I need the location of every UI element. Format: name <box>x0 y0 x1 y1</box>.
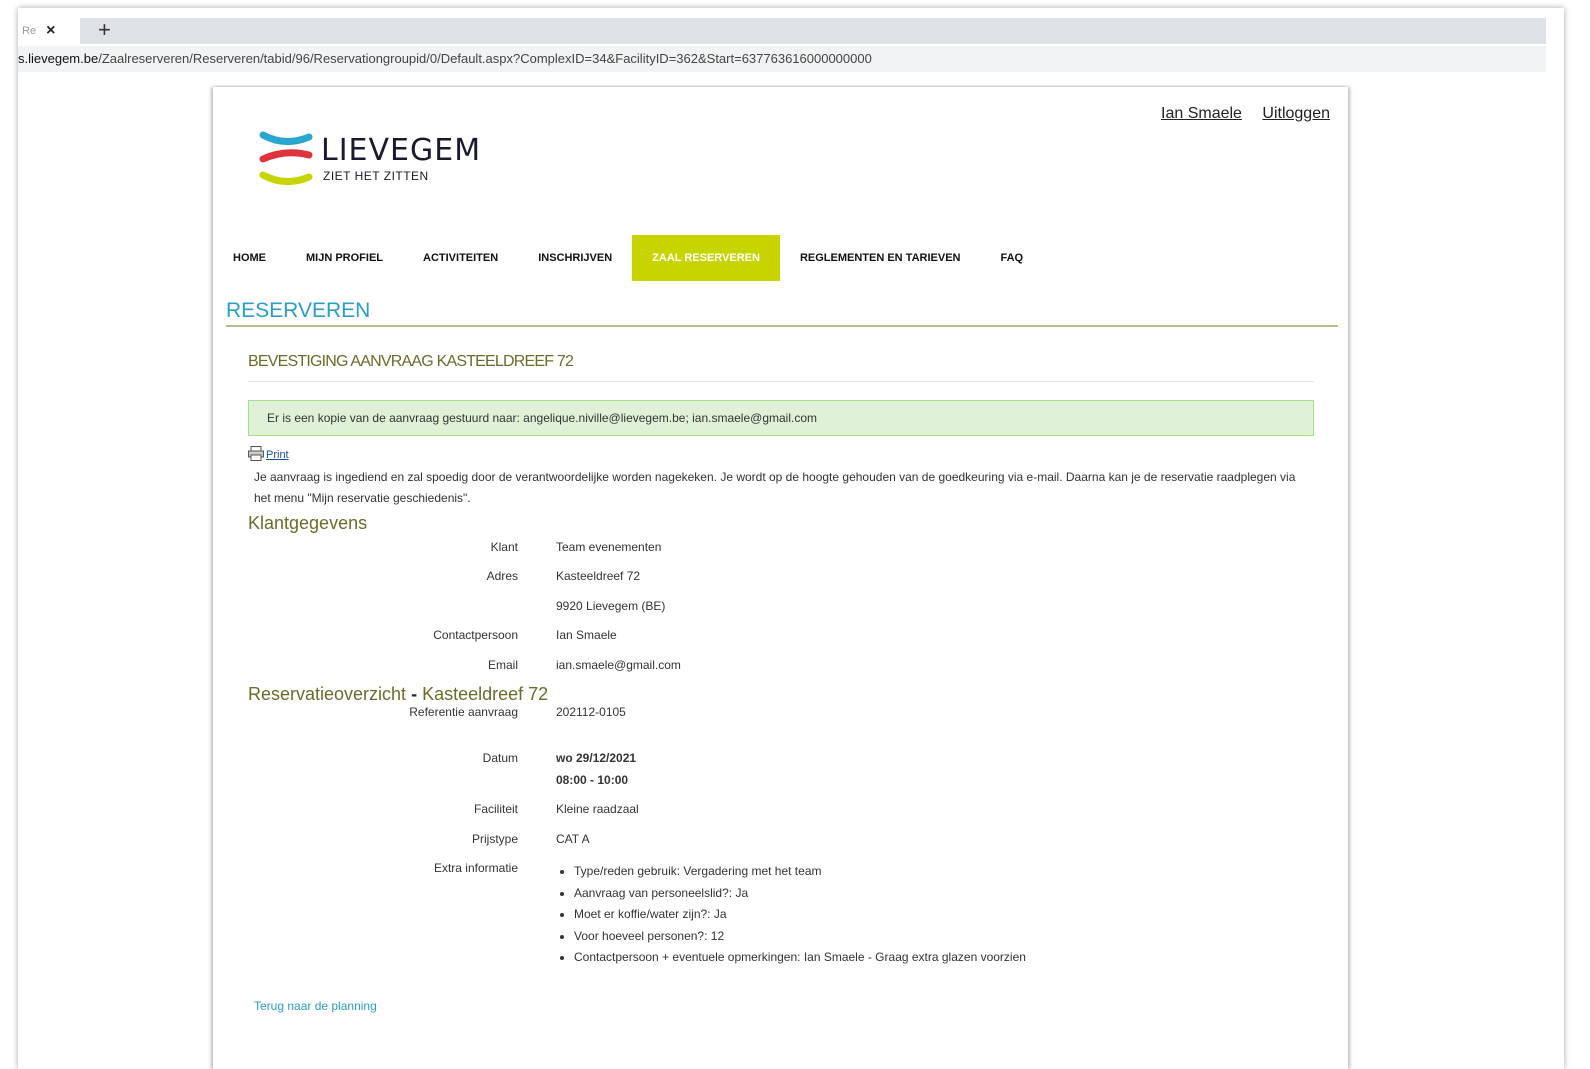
overview-location: Kasteeldreef 72 <box>422 684 549 704</box>
extra-label: Extra informatie <box>433 861 518 875</box>
page-content: Ian Smaele Uitloggen LIEVEGEM ZIET HET Z… <box>213 87 1348 1069</box>
email-label: Email <box>487 658 518 672</box>
nav-item-home[interactable]: HOME <box>213 235 286 281</box>
extra-info-value: Type/reden gebruik: Vergadering met het … <box>556 861 1314 969</box>
address-row-2: 9920 Lievegem (BE) <box>248 599 1314 628</box>
intro-text: Je aanvraag is ingediend en zal spoedig … <box>254 470 1296 505</box>
extra-info-row: Extra informatie Type/reden gebruik: Ver… <box>248 861 1314 969</box>
print-row: Print <box>248 446 1314 461</box>
browser-tab[interactable]: Re × <box>18 18 80 44</box>
nav-item-reglementen[interactable]: REGLEMENTEN EN TARIEVEN <box>780 235 981 281</box>
time-row: 08:00 - 10:00 <box>248 773 1314 802</box>
new-tab-button[interactable]: + <box>98 18 111 44</box>
logout-link[interactable]: Uitloggen <box>1262 105 1330 122</box>
logo[interactable]: LIEVEGEM ZIET HET ZITTEN <box>259 129 482 189</box>
copy-sent-alert: Er is een kopie van de aanvraag gestuurd… <box>248 400 1314 436</box>
adres-label: Adres <box>486 569 518 583</box>
list-item: Moet er koffie/water zijn?: Ja <box>574 904 1314 926</box>
logo-wordmark: LIEVEGEM <box>321 133 482 168</box>
printer-icon[interactable] <box>248 446 264 461</box>
adres-line1: Kasteeldreef 72 <box>556 569 641 583</box>
overview-heading: Reservatieoverzicht - Kasteeldreef 72 <box>248 684 1314 705</box>
klant-label: Klant <box>490 540 518 554</box>
tab-strip: Re × + <box>18 18 1546 44</box>
contact-value: Ian Smaele <box>556 628 617 642</box>
customer-row: Klant Team evenementen <box>248 540 1314 569</box>
datum-value: wo 29/12/2021 <box>556 751 637 765</box>
time-value: 08:00 - 10:00 <box>556 773 629 787</box>
klant-value: Team evenementen <box>556 540 662 554</box>
user-links: Ian Smaele Uitloggen <box>1145 105 1330 123</box>
user-name-link[interactable]: Ian Smaele <box>1161 105 1242 122</box>
empty-label <box>248 599 556 628</box>
nav-item-faq[interactable]: FAQ <box>980 235 1043 281</box>
customer-heading: Klantgegevens <box>248 513 368 533</box>
logo-tagline: ZIET HET ZITTEN <box>323 169 429 183</box>
overview-heading-text: Reservatieoverzicht <box>248 684 407 704</box>
ref-value: 202112-0105 <box>556 705 626 719</box>
back-to-planning-link[interactable]: Terug naar de planning <box>248 999 1314 1013</box>
close-tab-icon[interactable]: × <box>46 22 55 40</box>
prijstype-value: CAT A <box>556 832 590 846</box>
url-path: /Zaalreserveren/Reserveren/tabid/96/Rese… <box>98 51 872 66</box>
prijstype-label: Prijstype <box>471 832 518 846</box>
empty-label <box>248 773 556 802</box>
faciliteit-value: Kleine raadzaal <box>556 802 639 816</box>
list-item: Contactpersoon + eventuele opmerkingen: … <box>574 947 1314 969</box>
main-content: BEVESTIGING AANVRAAG KASTEELDREEF 72 Er … <box>248 353 1314 1013</box>
list-item: Type/reden gebruik: Vergadering met het … <box>574 861 1314 883</box>
reference-row: Referentie aanvraag 202112-0105 <box>248 705 1314 751</box>
address-row: Adres Kasteeldreef 72 <box>248 569 1314 599</box>
print-link[interactable]: Print <box>266 449 289 461</box>
main-nav: HOME MIJN PROFIEL ACTIVITEITEN INSCHRIJV… <box>213 235 1043 281</box>
address-bar[interactable]: s.lievegem.be/Zaalreserveren/Reserveren/… <box>18 46 1546 72</box>
contact-label: Contactpersoon <box>433 628 518 642</box>
overview-dash: - <box>411 684 418 704</box>
email-row: Email ian.smaele@gmail.com <box>248 658 1314 680</box>
facility-row: Faciliteit Kleine raadzaal <box>248 802 1314 832</box>
contact-row: Contactpersoon Ian Smaele <box>248 628 1314 658</box>
nav-item-activiteiten[interactable]: ACTIVITEITEN <box>403 235 518 281</box>
price-type-row: Prijstype CAT A <box>248 832 1314 861</box>
tab-title: Re <box>22 25 37 37</box>
nav-item-mijn-profiel[interactable]: MIJN PROFIEL <box>286 235 403 281</box>
adres-line2: 9920 Lievegem (BE) <box>556 599 666 613</box>
nav-item-inschrijven[interactable]: INSCHRIJVEN <box>518 235 632 281</box>
date-row: Datum wo 29/12/2021 <box>248 751 1314 773</box>
title-divider <box>226 325 1338 327</box>
faciliteit-label: Faciliteit <box>473 802 518 816</box>
extra-info-list: Type/reden gebruik: Vergadering met het … <box>556 861 1314 969</box>
list-item: Voor hoeveel personen?: 12 <box>574 926 1314 948</box>
ref-label: Referentie aanvraag <box>409 705 518 719</box>
email-value: ian.smaele@gmail.com <box>556 658 681 672</box>
logo-waves-icon <box>259 131 313 185</box>
datum-label: Datum <box>482 751 518 765</box>
page-title: RESERVEREN <box>226 299 371 322</box>
confirmation-heading: BEVESTIGING AANVRAAG KASTEELDREEF 72 <box>248 353 1314 382</box>
url-host: s.lievegem.be <box>18 51 99 66</box>
nav-item-zaal-reserveren[interactable]: ZAAL RESERVEREN <box>632 235 780 281</box>
list-item: Aanvraag van personeelslid?: Ja <box>574 883 1314 905</box>
